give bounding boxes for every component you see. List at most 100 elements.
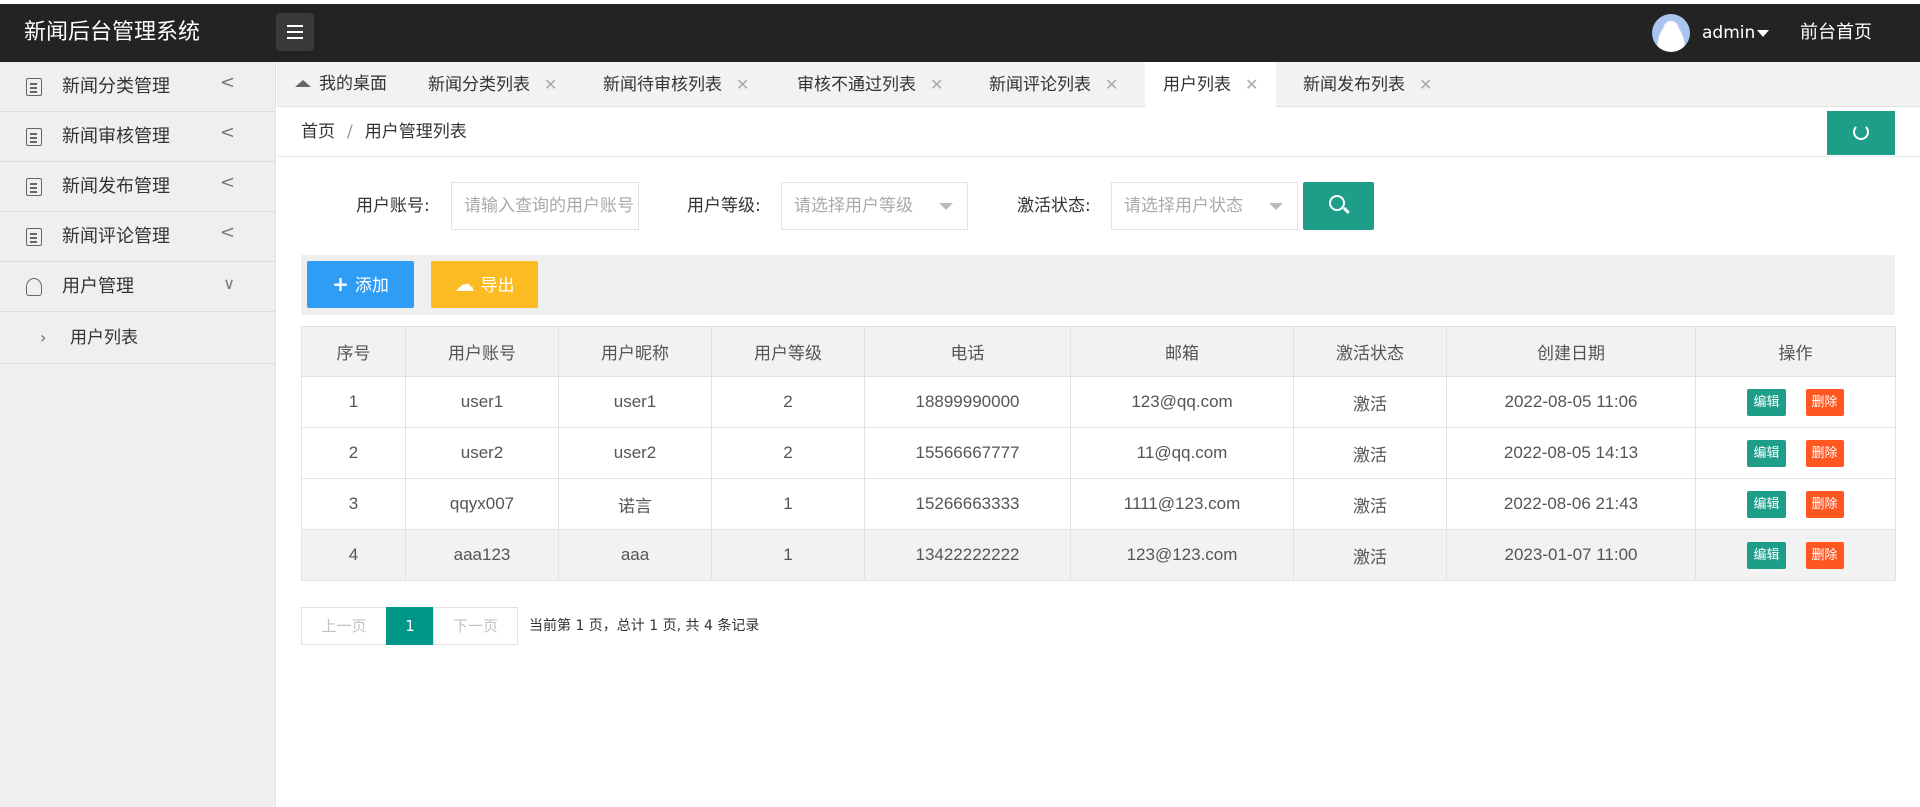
user-name[interactable]: admin: [1702, 4, 1755, 62]
front-home-link[interactable]: 前台首页: [1800, 4, 1872, 62]
header-created: 创建日期: [1446, 326, 1696, 377]
tab-label: 用户列表: [1163, 75, 1231, 95]
level-label: 用户等级:: [687, 196, 761, 216]
search-icon: [1329, 195, 1345, 211]
document-icon: [26, 178, 42, 196]
close-icon[interactable]: ✕: [1419, 75, 1432, 94]
close-icon[interactable]: ✕: [544, 75, 557, 94]
cell-account: user2: [405, 427, 559, 479]
sidebar-item-label: 新闻分类管理: [62, 76, 170, 97]
tab-news-category-list[interactable]: 新闻分类列表 ✕: [428, 62, 557, 107]
table-row: 2 user2 user2 2 15566667777 11@qq.com 激活…: [301, 427, 1896, 479]
add-button[interactable]: + 添加: [307, 261, 414, 308]
account-label: 用户账号:: [356, 196, 430, 216]
sidebar-subitem-user-list[interactable]: › 用户列表: [0, 312, 275, 364]
header-level: 用户等级: [711, 326, 865, 377]
export-button[interactable]: ☁ 导出: [431, 261, 538, 308]
delete-button[interactable]: 删除: [1805, 490, 1844, 518]
chevron-left-icon: <: [219, 72, 235, 93]
sidebar-subitem-label: 用户列表: [70, 328, 138, 348]
cell-status: 激活: [1293, 478, 1447, 530]
sidebar-item-label: 新闻评论管理: [62, 226, 170, 247]
chevron-right-icon: ›: [40, 328, 47, 347]
tab-news-publish-list[interactable]: 新闻发布列表 ✕: [1303, 62, 1432, 107]
cell-index: 4: [301, 529, 406, 581]
header-actions: 操作: [1695, 326, 1896, 377]
close-icon[interactable]: ✕: [736, 75, 749, 94]
table-header-row: 序号 用户账号 用户昵称 用户等级 电话 邮箱 激活状态 创建日期 操作: [301, 326, 1896, 377]
cell-level: 1: [711, 529, 865, 581]
refresh-button[interactable]: [1827, 111, 1895, 155]
avatar[interactable]: [1652, 14, 1690, 52]
breadcrumb-current: 用户管理列表: [364, 122, 467, 142]
account-search-input[interactable]: 请输入查询的用户账号: [451, 182, 639, 230]
cell-actions: 编辑 删除: [1695, 427, 1896, 479]
sidebar-item-news-publish[interactable]: 新闻发布管理 <: [0, 162, 275, 212]
search-button[interactable]: [1303, 182, 1374, 230]
edit-button[interactable]: 编辑: [1747, 490, 1786, 518]
delete-button[interactable]: 删除: [1805, 439, 1844, 467]
tab-user-list[interactable]: 用户列表 ✕: [1145, 62, 1277, 108]
tab-label: 审核不通过列表: [797, 75, 916, 95]
tab-desktop[interactable]: 我的桌面: [295, 62, 387, 107]
hamburger-icon[interactable]: [276, 13, 314, 51]
breadcrumb-separator: /: [347, 122, 353, 142]
cell-level: 2: [711, 376, 865, 428]
sidebar-item-label: 用户管理: [62, 276, 134, 297]
edit-button[interactable]: 编辑: [1747, 439, 1786, 467]
tab-news-pending-list[interactable]: 新闻待审核列表 ✕: [603, 62, 749, 107]
cell-email: 123@123.com: [1070, 529, 1294, 581]
level-select-placeholder: 请选择用户等级: [794, 196, 913, 216]
level-select[interactable]: 请选择用户等级: [781, 182, 968, 230]
sidebar-item-user-management[interactable]: 用户管理 ∨: [0, 262, 275, 312]
cell-nickname: 诺言: [558, 478, 712, 530]
add-button-label: 添加: [354, 276, 389, 296]
edit-button[interactable]: 编辑: [1747, 541, 1786, 569]
cell-level: 1: [711, 478, 865, 530]
cell-created: 2022-08-06 21:43: [1446, 478, 1696, 530]
page-number-current[interactable]: 1: [386, 607, 434, 645]
delete-button[interactable]: 删除: [1805, 541, 1844, 569]
document-icon: [26, 228, 42, 246]
cell-index: 1: [301, 376, 406, 428]
cell-created: 2022-08-05 11:06: [1446, 376, 1696, 428]
breadcrumb-home[interactable]: 首页: [301, 122, 335, 142]
caret-down-icon[interactable]: [1757, 30, 1769, 37]
cell-status: 激活: [1293, 427, 1447, 479]
cell-actions: 编辑 删除: [1695, 376, 1896, 428]
sidebar-item-news-category[interactable]: 新闻分类管理 <: [0, 62, 275, 112]
pagination-info: 当前第 1 页，总计 1 页, 共 4 条记录: [529, 618, 760, 634]
tab-label: 新闻待审核列表: [603, 75, 722, 95]
prev-page-button[interactable]: 上一页: [301, 607, 387, 645]
breadcrumb-bar: 首页 / 用户管理列表: [277, 107, 1920, 157]
next-page-button[interactable]: 下一页: [433, 607, 518, 645]
cell-nickname: user2: [558, 427, 712, 479]
refresh-icon: [1853, 124, 1869, 140]
cell-level: 2: [711, 427, 865, 479]
cell-created: 2022-08-05 14:13: [1446, 427, 1696, 479]
cell-index: 3: [301, 478, 406, 530]
app-title: 新闻后台管理系统: [24, 20, 201, 45]
tab-news-comment-list[interactable]: 新闻评论列表 ✕: [989, 62, 1118, 107]
status-select[interactable]: 请选择用户状态: [1111, 182, 1298, 230]
sidebar: 新闻分类管理 < 新闻审核管理 < 新闻发布管理 < 新闻评论管理 < 用户管理…: [0, 62, 276, 807]
edit-button[interactable]: 编辑: [1747, 388, 1786, 416]
status-select-placeholder: 请选择用户状态: [1124, 196, 1243, 216]
sidebar-item-label: 新闻审核管理: [62, 126, 170, 147]
close-icon[interactable]: ✕: [1245, 75, 1258, 94]
tab-label: 我的桌面: [319, 74, 387, 94]
cell-phone: 13422222222: [864, 529, 1071, 581]
sidebar-item-news-comment[interactable]: 新闻评论管理 <: [0, 212, 275, 262]
cell-actions: 编辑 删除: [1695, 529, 1896, 581]
sidebar-item-news-review[interactable]: 新闻审核管理 <: [0, 112, 275, 162]
chevron-left-icon: <: [219, 222, 235, 243]
delete-button[interactable]: 删除: [1805, 388, 1844, 416]
cell-phone: 15566667777: [864, 427, 1071, 479]
close-icon[interactable]: ✕: [930, 75, 943, 94]
header-email: 邮箱: [1070, 326, 1294, 377]
cell-nickname: user1: [558, 376, 712, 428]
tab-review-rejected-list[interactable]: 审核不通过列表 ✕: [797, 62, 943, 107]
header-phone: 电话: [864, 326, 1071, 377]
user-icon: [26, 278, 42, 296]
close-icon[interactable]: ✕: [1105, 75, 1118, 94]
